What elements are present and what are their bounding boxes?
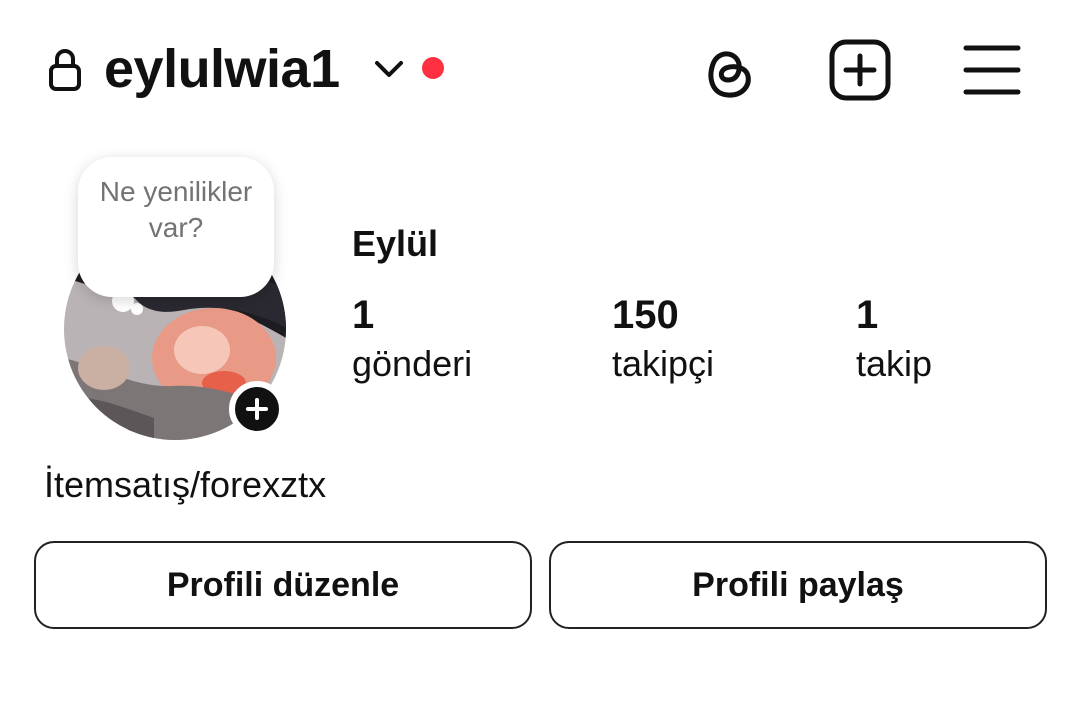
display-name: Eylül	[352, 223, 439, 264]
menu-hamburger-icon[interactable]	[962, 42, 1022, 98]
lock-icon	[49, 49, 81, 91]
posts-count-value: 1	[352, 293, 375, 337]
username[interactable]: eylulwia1	[104, 36, 340, 102]
share-profile-button[interactable]: Profili paylaş	[549, 541, 1047, 629]
profile-page: eylulwia1 Ne yenilikler var? Eylül 1 gön…	[0, 0, 1080, 708]
threads-icon[interactable]	[698, 38, 758, 102]
note-bubble-tail-small	[131, 303, 143, 315]
add-story-button[interactable]	[229, 381, 285, 437]
following-count-label: takip	[856, 343, 933, 384]
following-count[interactable]: 1 takip	[856, 292, 932, 390]
following-count-value: 1	[856, 293, 879, 337]
note-placeholder: Ne yenilikler var?	[99, 176, 253, 243]
note-bubble[interactable]: Ne yenilikler var?	[78, 157, 274, 297]
notification-dot	[422, 57, 444, 79]
bio-text: İtemsatış/forexztx	[44, 464, 327, 505]
create-plus-icon[interactable]	[828, 38, 892, 102]
chevron-down-icon[interactable]	[372, 56, 406, 82]
posts-count-label: gönderi	[352, 343, 473, 384]
posts-count[interactable]: 1 gönderi	[352, 292, 472, 390]
followers-count[interactable]: 150 takipçi	[612, 292, 714, 390]
followers-count-value: 150	[612, 293, 679, 337]
add-story-plus-icon	[246, 398, 268, 420]
followers-count-label: takipçi	[612, 343, 715, 384]
edit-profile-button[interactable]: Profili düzenle	[34, 541, 532, 629]
